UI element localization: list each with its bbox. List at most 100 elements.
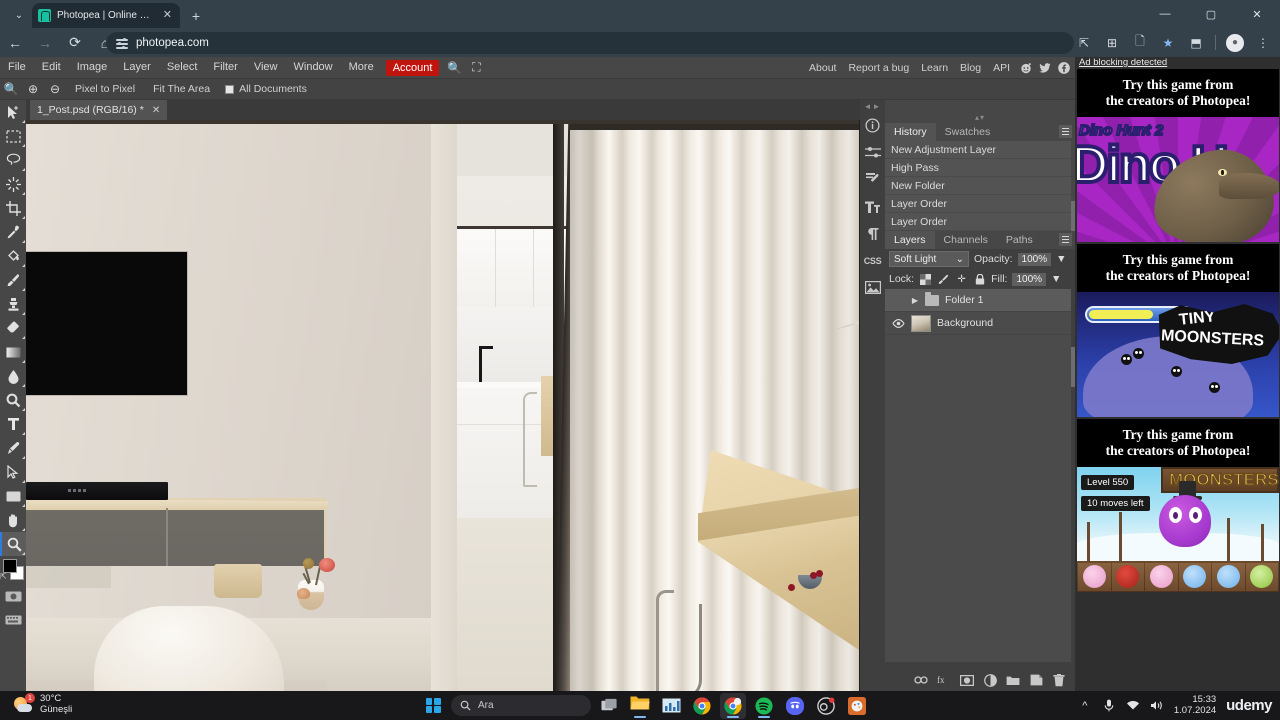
- history-item[interactable]: New Adjustment Layer: [885, 141, 1075, 159]
- pet-slot[interactable]: [1078, 562, 1111, 591]
- tab-layers[interactable]: Layers: [885, 231, 935, 249]
- paragraph-panel-icon[interactable]: [860, 220, 885, 247]
- lock-paint-icon[interactable]: [937, 273, 950, 286]
- layer-style-icon[interactable]: fx: [937, 673, 951, 687]
- adjustment-layer-icon[interactable]: [983, 673, 997, 687]
- bookmark-star-icon[interactable]: ★: [1155, 30, 1181, 56]
- link-report-a-bug[interactable]: Report a bug: [842, 62, 915, 74]
- all-documents-checkbox[interactable]: All Documents: [219, 83, 313, 95]
- kebab-menu-icon[interactable]: ⋮: [1250, 30, 1276, 56]
- css-panel-icon[interactable]: CSS: [860, 247, 885, 274]
- chevron-right-icon[interactable]: ▶: [911, 296, 919, 305]
- menu-window[interactable]: Window: [286, 57, 341, 78]
- account-button[interactable]: Account: [385, 59, 440, 76]
- history-panel-grip[interactable]: ▴▾: [885, 112, 1075, 123]
- brush-tool[interactable]: [0, 268, 26, 292]
- reading-list-icon[interactable]: 🗋: [1127, 30, 1153, 56]
- new-tab-button[interactable]: +: [186, 6, 206, 26]
- opacity-value[interactable]: 100%: [1017, 252, 1052, 266]
- site-settings-icon[interactable]: [116, 37, 128, 49]
- pet-slot[interactable]: [1212, 562, 1245, 591]
- link-api[interactable]: API: [987, 62, 1016, 74]
- history-item[interactable]: Layer Order: [885, 195, 1075, 213]
- forward-icon[interactable]: →: [30, 28, 60, 57]
- image-panel-icon[interactable]: [860, 274, 885, 301]
- new-group-icon[interactable]: [1006, 673, 1020, 687]
- zoom-out-button[interactable]: ⊖: [44, 78, 66, 100]
- paint-bucket-tool[interactable]: [0, 244, 26, 268]
- path-select-tool[interactable]: [0, 460, 26, 484]
- history-item[interactable]: High Pass: [885, 159, 1075, 177]
- weather-widget[interactable]: 1 30°C Güneşli: [14, 693, 72, 716]
- eyedropper-tool[interactable]: [0, 220, 26, 244]
- blend-mode-select[interactable]: Soft Light ⌄: [889, 251, 969, 267]
- profile-avatar[interactable]: ●: [1222, 30, 1248, 56]
- ad-dino-hunt[interactable]: Try this game from the creators of Photo…: [1077, 69, 1279, 242]
- screenshot-tool[interactable]: [0, 584, 26, 608]
- menu-edit[interactable]: Edit: [34, 57, 69, 78]
- side-panel-icon[interactable]: ⬒: [1183, 30, 1209, 56]
- link-blog[interactable]: Blog: [954, 62, 987, 74]
- menu-more[interactable]: More: [341, 57, 382, 78]
- new-layer-icon[interactable]: [1029, 673, 1043, 687]
- menu-select[interactable]: Select: [159, 57, 206, 78]
- pet-slot[interactable]: [1178, 562, 1211, 591]
- discord-button[interactable]: [782, 693, 808, 719]
- foreground-color-swatch[interactable]: [3, 559, 17, 573]
- close-window-icon[interactable]: ✕: [1234, 0, 1280, 28]
- document-tab[interactable]: 1_Post.psd (RGB/16) * ✕: [30, 100, 168, 120]
- address-bar[interactable]: photopea.com: [106, 32, 1074, 54]
- fill-dropdown-arrow-icon[interactable]: ▼: [1051, 273, 1061, 285]
- reddit-icon[interactable]: [1016, 58, 1035, 77]
- adjustments-panel-icon[interactable]: [860, 139, 885, 166]
- pen-tool[interactable]: [0, 436, 26, 460]
- chrome-button[interactable]: [689, 693, 715, 719]
- task-view-button[interactable]: [596, 693, 622, 719]
- keyboard-shortcuts-tool[interactable]: [0, 608, 26, 632]
- start-button[interactable]: [420, 693, 446, 719]
- ad-moonsters-level[interactable]: Try this game from the creators of Photo…: [1077, 419, 1279, 592]
- eraser-tool[interactable]: [0, 316, 26, 340]
- opacity-dropdown-arrow-icon[interactable]: ▼: [1056, 253, 1066, 265]
- fill-value[interactable]: 100%: [1012, 272, 1047, 286]
- close-icon[interactable]: ✕: [161, 10, 174, 21]
- zoom-tool[interactable]: [0, 532, 26, 556]
- taskbar-search[interactable]: Ara: [451, 695, 591, 716]
- link-about[interactable]: About: [803, 62, 842, 74]
- fullscreen-icon[interactable]: ⛶: [465, 57, 487, 78]
- pet-slot[interactable]: [1145, 562, 1178, 591]
- rail-grip-handle[interactable]: ◄►: [860, 100, 885, 112]
- link-layers-icon[interactable]: [914, 673, 928, 687]
- lock-transparency-icon[interactable]: [919, 273, 932, 286]
- brushes-panel-icon[interactable]: [860, 166, 885, 193]
- search-icon[interactable]: 🔍: [443, 57, 465, 78]
- minimize-icon[interactable]: —: [1142, 0, 1188, 28]
- twitter-icon[interactable]: [1035, 58, 1054, 77]
- extensions-icon[interactable]: ⊞: [1099, 30, 1125, 56]
- menu-view[interactable]: View: [246, 57, 286, 78]
- dodge-tool[interactable]: [0, 388, 26, 412]
- browser-tab[interactable]: Photopea | Online Photo Editor ✕: [32, 3, 180, 28]
- rectangular-marquee-tool[interactable]: [0, 124, 26, 148]
- menu-layer[interactable]: Layer: [115, 57, 159, 78]
- history-item[interactable]: New Folder: [885, 177, 1075, 195]
- menu-image[interactable]: Image: [69, 57, 116, 78]
- history-item[interactable]: Layer Order: [885, 213, 1075, 231]
- blur-tool[interactable]: [0, 364, 26, 388]
- crop-tool[interactable]: [0, 196, 26, 220]
- reload-icon[interactable]: ⟳: [60, 28, 90, 57]
- tab-swatches[interactable]: Swatches: [936, 123, 1000, 141]
- info-panel-icon[interactable]: [860, 112, 885, 139]
- fit-the-area-button[interactable]: Fit The Area: [144, 78, 219, 100]
- back-icon[interactable]: ←: [0, 28, 30, 57]
- facebook-icon[interactable]: [1054, 58, 1073, 77]
- color-swatches[interactable]: ⇱: [0, 556, 26, 584]
- volume-icon[interactable]: [1150, 699, 1164, 713]
- tab-channels[interactable]: Channels: [935, 231, 997, 249]
- tab-paths[interactable]: Paths: [997, 231, 1042, 249]
- show-hidden-icons-chevron[interactable]: ^: [1078, 699, 1092, 713]
- eye-icon[interactable]: [892, 317, 905, 330]
- magic-wand-tool[interactable]: [0, 172, 26, 196]
- document-canvas[interactable]: R RRCG 人人素材: [26, 120, 859, 691]
- pet-slot[interactable]: [1111, 562, 1144, 591]
